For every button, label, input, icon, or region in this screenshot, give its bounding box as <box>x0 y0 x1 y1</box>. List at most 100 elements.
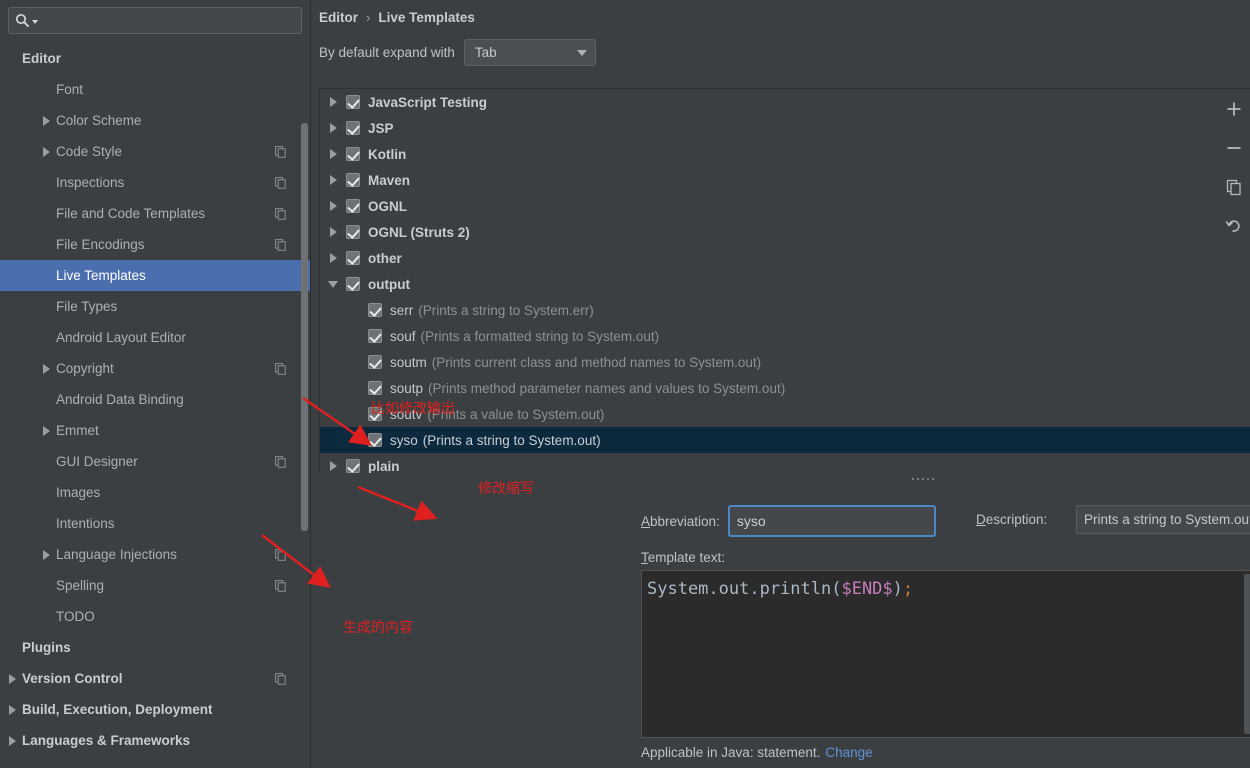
sidebar-item-file-types[interactable]: File Types <box>0 291 310 322</box>
template-checkbox[interactable] <box>346 121 360 135</box>
sidebar-item-color-scheme[interactable]: Color Scheme <box>0 105 310 136</box>
chevron-right-icon[interactable] <box>329 123 337 133</box>
chevron-right-icon[interactable] <box>43 146 50 157</box>
add-icon[interactable] <box>1223 98 1245 120</box>
duplicate-icon[interactable] <box>1223 176 1245 198</box>
chevron-right-icon[interactable] <box>43 363 50 374</box>
template-row[interactable]: Maven <box>320 167 1250 193</box>
template-description: (Prints a value to System.out) <box>427 406 605 422</box>
template-row[interactable]: JavaScript Testing <box>320 89 1250 115</box>
sidebar-item-images[interactable]: Images <box>0 477 310 508</box>
template-row[interactable]: souf (Prints a formatted string to System… <box>320 323 1250 349</box>
template-code-line: System.out.println($END$); <box>642 571 1250 599</box>
chevron-right-icon[interactable] <box>329 97 337 107</box>
settings-sidebar: Editor Font Color Scheme Code Style Inspecti… <box>0 0 311 768</box>
sidebar-item-android-layout-editor[interactable]: Android Layout Editor <box>0 322 310 353</box>
chevron-right-icon[interactable] <box>329 253 337 263</box>
template-checkbox[interactable] <box>368 303 382 317</box>
sidebar-expander <box>0 425 56 436</box>
sidebar-item-todo[interactable]: TODO <box>0 601 310 632</box>
template-row[interactable]: syso (Prints a string to System.out) <box>320 427 1250 453</box>
template-expander <box>320 227 346 237</box>
sidebar-item-file-and-code-templates[interactable]: File and Code Templates <box>0 198 310 229</box>
template-description: (Prints current class and method names t… <box>431 354 762 370</box>
sidebar-item-code-style[interactable]: Code Style <box>0 136 310 167</box>
template-row[interactable]: OGNL (Struts 2) <box>320 219 1250 245</box>
chevron-right-icon[interactable] <box>329 227 337 237</box>
chevron-right-icon[interactable] <box>329 149 337 159</box>
template-checkbox[interactable] <box>368 433 382 447</box>
template-checkbox[interactable] <box>346 251 360 265</box>
template-text-scrollbar[interactable] <box>1244 574 1250 734</box>
sidebar-item-editor[interactable]: Editor <box>0 43 310 74</box>
sidebar-item-version-control[interactable]: Version Control <box>0 663 310 694</box>
template-row[interactable]: JSP <box>320 115 1250 141</box>
sidebar-item-font[interactable]: Font <box>0 74 310 105</box>
template-checkbox[interactable] <box>346 459 360 473</box>
sidebar-item-spelling[interactable]: Spelling <box>0 570 310 601</box>
template-row[interactable]: soutv (Prints a value to System.out) <box>320 401 1250 427</box>
search-box[interactable] <box>8 7 302 34</box>
template-row[interactable]: plain <box>320 453 1250 473</box>
template-row[interactable]: other <box>320 245 1250 271</box>
sidebar-item-language-injections[interactable]: Language Injections <box>0 539 310 570</box>
template-checkbox[interactable] <box>346 225 360 239</box>
copy-settings-icon <box>275 548 287 561</box>
revert-icon[interactable] <box>1223 215 1245 237</box>
sidebar-item-android-data-binding[interactable]: Android Data Binding <box>0 384 310 415</box>
sidebar-item-build-execution-deployment[interactable]: Build, Execution, Deployment <box>0 694 310 725</box>
template-text-editor[interactable]: System.out.println($END$); <box>641 570 1250 738</box>
sidebar-item-intentions[interactable]: Intentions <box>0 508 310 539</box>
chevron-down-icon[interactable] <box>328 280 338 288</box>
template-checkbox[interactable] <box>346 173 360 187</box>
template-name: Kotlin <box>368 146 407 162</box>
change-context-link[interactable]: Change <box>825 745 872 760</box>
sidebar-item-label: GUI Designer <box>56 454 138 469</box>
sidebar-scrollbar[interactable] <box>301 123 308 531</box>
chevron-right-icon[interactable] <box>329 461 337 471</box>
sidebar-item-emmet[interactable]: Emmet <box>0 415 310 446</box>
breadcrumb-current: Live Templates <box>378 10 475 25</box>
template-checkbox[interactable] <box>368 355 382 369</box>
sidebar-item-file-encodings[interactable]: File Encodings <box>0 229 310 260</box>
abbreviation-input[interactable] <box>727 505 936 537</box>
template-checkbox[interactable] <box>368 381 382 395</box>
chevron-right-icon[interactable] <box>329 175 337 185</box>
sidebar-item-live-templates[interactable]: Live Templates <box>0 260 310 291</box>
chevron-right-icon[interactable] <box>43 115 50 126</box>
sidebar-item-languages-frameworks[interactable]: Languages & Frameworks <box>0 725 310 756</box>
breadcrumb: Editor › Live Templates <box>311 0 1250 25</box>
template-row[interactable]: soutm (Prints current class and method na… <box>320 349 1250 375</box>
chevron-right-icon[interactable] <box>9 673 16 684</box>
template-checkbox[interactable] <box>368 329 382 343</box>
sidebar-item-inspections[interactable]: Inspections <box>0 167 310 198</box>
template-row[interactable]: serr (Prints a string to System.err) <box>320 297 1250 323</box>
breadcrumb-parent[interactable]: Editor <box>319 10 358 25</box>
sidebar-item-plugins[interactable]: Plugins <box>0 632 310 663</box>
template-checkbox[interactable] <box>346 147 360 161</box>
template-checkbox[interactable] <box>346 199 360 213</box>
chevron-right-icon[interactable] <box>329 201 337 211</box>
chevron-right-icon[interactable] <box>9 735 16 746</box>
template-row[interactable]: Kotlin <box>320 141 1250 167</box>
chevron-right-icon[interactable] <box>9 704 16 715</box>
template-row[interactable]: output <box>320 271 1250 297</box>
search-input[interactable] <box>38 13 295 28</box>
template-row[interactable]: soutp (Prints method parameter names and … <box>320 375 1250 401</box>
template-checkbox[interactable] <box>346 277 360 291</box>
description-input[interactable] <box>1076 505 1250 534</box>
code-variable: $END$ <box>841 579 893 599</box>
chevron-right-icon[interactable] <box>43 549 50 560</box>
chevron-right-icon[interactable] <box>43 425 50 436</box>
default-expand-select[interactable]: Tab <box>463 39 596 66</box>
template-row[interactable]: OGNL <box>320 193 1250 219</box>
sidebar-item-copyright[interactable]: Copyright <box>0 353 310 384</box>
template-name: OGNL <box>368 198 407 214</box>
template-checkbox[interactable] <box>368 407 382 421</box>
live-templates-tree[interactable]: JavaScript Testing JSP Kotlin Maven OGNL OGNL… <box>319 88 1250 473</box>
panel-splitter[interactable] <box>319 475 1250 483</box>
template-checkbox[interactable] <box>346 95 360 109</box>
remove-icon[interactable] <box>1223 137 1245 159</box>
template-name: Maven <box>368 172 411 188</box>
sidebar-item-gui-designer[interactable]: GUI Designer <box>0 446 310 477</box>
